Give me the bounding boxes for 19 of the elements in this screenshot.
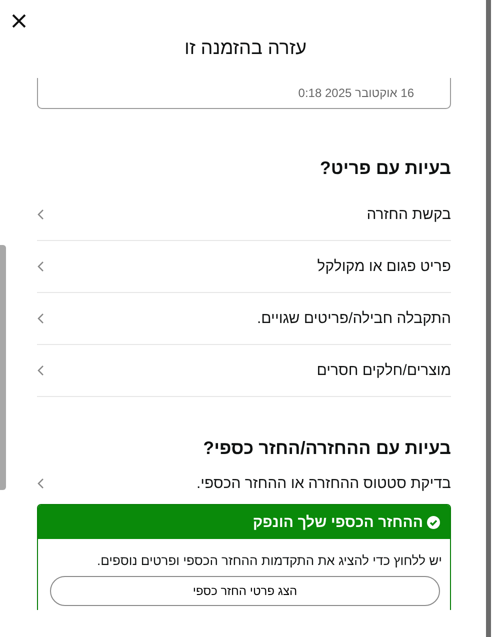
help-option[interactable]: בדיקת סטטוס ההחזרה או ההחזר הכספי. [196, 474, 451, 492]
chevron-left-icon [37, 365, 44, 376]
help-option[interactable]: התקבלה חבילה/פריטים שגויים. [257, 310, 451, 327]
section-heading: בעיות עם ההחזרה/החזר כספי? [202, 437, 451, 459]
help-option[interactable]: מוצרים/חלקים חסרים [316, 362, 451, 379]
scrollbar[interactable] [0, 245, 6, 490]
order-date: 16 אוקטובר 2025 0:18 [298, 86, 414, 100]
notice-message: יש ללחוץ כדי להציג את התקדמות ההחזר הכספי ופרטים נוספים. [96, 553, 442, 568]
chevron-left-icon [37, 478, 44, 488]
chevron-left-icon [37, 209, 44, 220]
refund-details-button[interactable]: הצג פרטי החזר כספי [50, 576, 440, 606]
notice-title: ההחזר הכספי שלך הונפק [252, 514, 423, 530]
help-option[interactable]: בקשת החזרה [366, 206, 451, 223]
chevron-left-icon [37, 261, 44, 272]
check-circle-icon [427, 516, 440, 528]
section-heading: בעיות עם פריט? [318, 157, 451, 179]
help-option[interactable]: פריט פגום או מקולקל [317, 258, 451, 275]
chevron-left-icon [37, 313, 44, 324]
dialog-title: עזרה בהזמנה זו [183, 38, 308, 60]
